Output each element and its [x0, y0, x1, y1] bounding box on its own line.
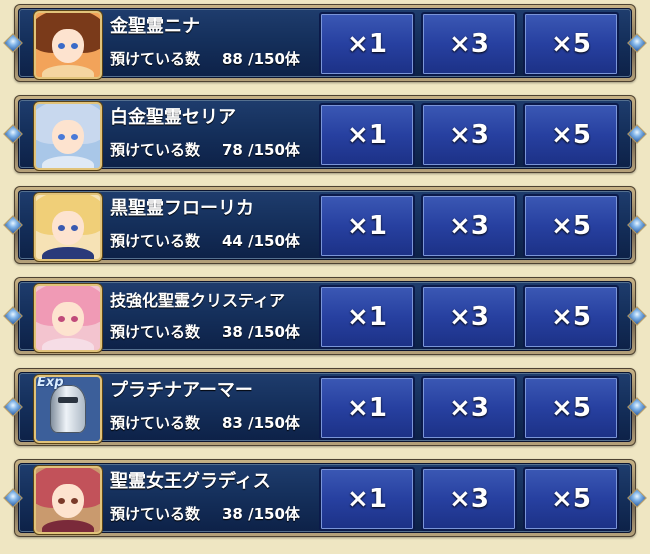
exp-badge: Exp: [37, 375, 64, 390]
stock-info: 預けている数 88 /150体: [110, 48, 310, 69]
stock-info: 預けている数 83 /150体: [110, 412, 310, 433]
spirit-name: 技強化聖霊クリスティア: [110, 291, 286, 310]
stock-info: 預けている数 38 /150体: [110, 321, 310, 342]
eye: [71, 225, 78, 231]
stock-label: 預けている数: [110, 50, 201, 68]
stock-label: 預けている数: [110, 505, 201, 523]
outfit: [42, 65, 94, 77]
stock-label: 預けている数: [110, 414, 201, 432]
eye: [71, 316, 78, 322]
stock-info: 預けている数 44 /150体: [110, 230, 310, 251]
spirit-row: 技強化聖霊クリスティア 預けている数 38 /150体 ×1 ×3 ×5: [0, 273, 650, 359]
spirit-row: Exp プラチナアーマー 預けている数 83 /150体 ×1 ×3 ×5: [0, 364, 650, 450]
face: [52, 211, 84, 245]
times-1-button[interactable]: ×1: [319, 12, 415, 76]
outfit: [42, 520, 94, 532]
eye: [58, 43, 65, 49]
face: [52, 302, 84, 336]
outfit: [42, 247, 94, 259]
spirit-row: 白金聖霊セリア 預けている数 78 /150体 ×1 ×3 ×5: [0, 91, 650, 177]
outfit: [42, 338, 94, 350]
stock-count: 78 /150体: [222, 141, 300, 159]
stock-info: 預けている数 78 /150体: [110, 139, 310, 160]
stock-info: 預けている数 38 /150体: [110, 503, 310, 524]
times-1-button[interactable]: ×1: [319, 376, 415, 440]
spirit-row: 金聖霊ニナ 預けている数 88 /150体 ×1 ×3 ×5: [0, 0, 650, 86]
times-3-button[interactable]: ×3: [421, 194, 517, 258]
face: [52, 29, 84, 63]
stock-count: 38 /150体: [222, 505, 300, 523]
spirit-list: 金聖霊ニナ 預けている数 88 /150体 ×1 ×3 ×5 白金聖霊セリア 預けて…: [0, 0, 650, 554]
times-3-button[interactable]: ×3: [421, 467, 517, 531]
times-1-button[interactable]: ×1: [319, 285, 415, 349]
times-5-button[interactable]: ×5: [523, 467, 619, 531]
times-3-button[interactable]: ×3: [421, 103, 517, 167]
times-3-button[interactable]: ×3: [421, 376, 517, 440]
spirit-name: 聖霊女王グラディス: [110, 471, 271, 492]
times-1-button[interactable]: ×1: [319, 194, 415, 258]
times-3-button[interactable]: ×3: [421, 12, 517, 76]
eye: [71, 134, 78, 140]
stock-count: 83 /150体: [222, 414, 300, 432]
times-5-button[interactable]: ×5: [523, 103, 619, 167]
spirit-christia-portrait: [34, 284, 102, 352]
times-5-button[interactable]: ×5: [523, 194, 619, 258]
times-5-button[interactable]: ×5: [523, 285, 619, 349]
stock-count: 88 /150体: [222, 50, 300, 68]
spirit-queen-gladys-portrait: [34, 466, 102, 534]
spirit-name: 白金聖霊セリア: [110, 107, 236, 128]
times-5-button[interactable]: ×5: [523, 376, 619, 440]
outfit: [42, 156, 94, 168]
eye: [58, 498, 65, 504]
eye: [58, 316, 65, 322]
times-1-button[interactable]: ×1: [319, 103, 415, 167]
spirit-florika-portrait: [34, 193, 102, 261]
face: [52, 120, 84, 154]
stock-count: 38 /150体: [222, 323, 300, 341]
stock-label: 預けている数: [110, 232, 201, 250]
spirit-row: 黒聖霊フローリカ 預けている数 44 /150体 ×1 ×3 ×5: [0, 182, 650, 268]
spirit-name: プラチナアーマー: [110, 380, 253, 401]
spirit-row: 聖霊女王グラディス 預けている数 38 /150体 ×1 ×3 ×5: [0, 455, 650, 541]
stock-label: 預けている数: [110, 323, 201, 341]
times-5-button[interactable]: ×5: [523, 12, 619, 76]
spirit-name: 黒聖霊フローリカ: [110, 198, 254, 219]
armor-visor: [58, 397, 78, 403]
spirit-nina-portrait: [34, 11, 102, 79]
spirit-celia-portrait: [34, 102, 102, 170]
face: [52, 484, 84, 518]
eye: [58, 134, 65, 140]
eye: [71, 498, 78, 504]
stock-count: 44 /150体: [222, 232, 300, 250]
platinum-armor-icon: Exp: [34, 375, 102, 443]
eye: [71, 43, 78, 49]
times-3-button[interactable]: ×3: [421, 285, 517, 349]
stock-label: 預けている数: [110, 141, 201, 159]
eye: [58, 225, 65, 231]
armor-body: [50, 385, 86, 433]
spirit-name: 金聖霊ニナ: [110, 16, 200, 37]
times-1-button[interactable]: ×1: [319, 467, 415, 531]
